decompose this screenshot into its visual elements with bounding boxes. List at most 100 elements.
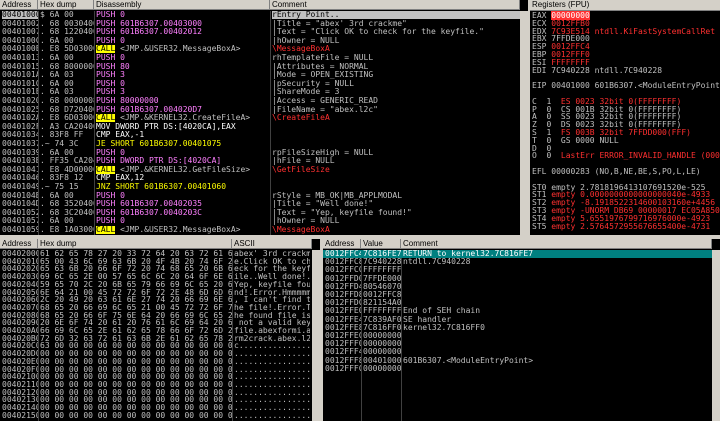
disasm-row[interactable]: 0040102F. A3 CA204000MOV DWORD PTR DS:[4… [0,123,528,131]
disasm-header-comment[interactable]: Comment [270,0,520,10]
disasm-row[interactable]: 00401041. E8 4D000000CALL <JMP.&KERNEL32… [0,165,528,174]
register-value[interactable]: GS 0000 NULL [561,136,619,145]
dump-scrollbar[interactable] [312,250,320,421]
register-line[interactable]: ST5 empty 2.5764572955676655400e-4731 [532,222,720,231]
stack-header-address[interactable]: Address [323,239,361,249]
dump-ascii: ................ [234,411,310,420]
dump-row[interactable]: 00402150 00 00 00 00 00 00 00 00 00 00 00… [0,412,320,420]
stack-value: 0012FFC8 [363,291,401,299]
register-line[interactable]: EFL 00000283 (NO,B,NE,BE,S,PO,L,LE) [532,168,720,176]
disasm-row[interactable]: 00401020. 68 00000080PUSH 80000000 |Acces… [0,97,528,105]
register-name: EIP [532,81,552,91]
disasm-row[interactable]: 00401015. 68 80000000PUSH 80 |Attributes … [0,63,528,71]
register-value[interactable]: 00401000 601B6307.<ModuleEntryPoint> [551,81,720,90]
stack-value: 00000000 [363,332,401,340]
dump-header-hex[interactable]: Hex dump [38,239,232,249]
disasm-hex: . E8 4D000000 [40,165,94,174]
register-line[interactable]: EIP 00401000 601B6307.<ModuleEntryPoint> [532,82,720,90]
register-name: EFL [532,167,552,176]
disasm-row[interactable]: 0040101A. 6A 03 PUSH 3 |Mode = OPEN_EXISTI… [0,71,528,79]
dump-header-ascii[interactable]: ASCII [232,239,312,249]
disasm-row[interactable]: 0040103B. FF35 CA204000PUSH DWORD PTR DS… [0,157,528,165]
stack-header-value[interactable]: Value [361,239,401,249]
stack-row[interactable]: 0012FFDC 821154A0 [323,299,720,307]
stack-row[interactable]: 0012FFE4 7C839AF0 SE handler [323,316,720,324]
vertical-splitter-top[interactable] [528,0,530,235]
disasm-row[interactable]: 00401057. 6A 00 PUSH 0 |hOwner = NULL [0,217,528,225]
disasm-row[interactable]: 00401000 $ 6A 00 PUSH 0 rEntry Point.. [0,11,528,19]
disasm-header-disasm[interactable]: Disassembly [94,0,270,10]
disasm-address: 0040102A [2,114,38,123]
disasm-row[interactable]: 00401002. 68 00304000PUSH 601B6307.00403… [0,20,528,28]
disasm-row[interactable]: 00401039. 6A 00 PUSH 0 rpFileSizeHigh = NU… [0,149,528,157]
stack-row[interactable]: 0012FFE0 FFFFFFFF End of SEH chain [323,307,720,315]
disasm-row[interactable]: 00401052. 68 3C204000PUSH 601B6307.00402… [0,209,528,217]
disasm-row[interactable]: 00401025. 68 D7204000PUSH 601B6307.00402… [0,106,528,114]
disasm-comment: |Text = "Click OK to check for the keyfi… [272,28,484,37]
stack-address: 0012FFDC [325,299,361,308]
dump-header-address[interactable]: Address [0,239,38,249]
disasm-row[interactable]: 0040104D. 68 35204000PUSH 601B6307.00402… [0,200,528,208]
disasm-row[interactable]: 00401013. 6A 00 PUSH 0 rhTemplateFile = NU… [0,54,528,62]
disasm-row[interactable]: 00401037 .~ 74 3C JE SHORT 601B6307.004010… [0,140,528,148]
stack-comment: ntdll.7C940228 [403,258,471,267]
disasm-row[interactable]: 0040104B. 6A 00 PUSH 0 rStyle = MB_OK|MB_A… [0,192,528,200]
disasm-comment: |pSecurity = NULL [272,79,354,88]
register-rows[interactable]: EAX 00000000 ECX 0012FFB0 EDX 7C93E514 ntd… [530,11,720,235]
stack-row[interactable]: 0012FFFC 00000000 [323,365,720,373]
stack-row[interactable]: 0012FFCC FFFFFFFF [323,266,720,274]
stack-address: 0012FFCC [325,266,361,275]
register-value[interactable]: 00000283 (NO,B,NE,BE,S,PO,L,LE) [551,167,700,176]
disasm-row[interactable]: 00401049 .~ 75 15 JNZ SHORT 601B6307.00401… [0,183,528,191]
stack-row[interactable]: 0012FFF4 00000000 [323,348,720,356]
disasm-rows[interactable]: 00401000 $ 6A 00 PUSH 0 rEntry Point.. 00401… [0,11,528,235]
registers-pane[interactable]: Registers (FPU) EAX 00000000 ECX 0012FFB0… [530,0,720,235]
stack-row[interactable]: 0012FFF0 00000000 [323,340,720,348]
register-value[interactable]: LastErr ERROR_INVALID_HANDLE (00000006) [561,151,720,160]
stack-address: 0012FFF4 [325,348,361,357]
disasm-row[interactable]: 00401059. E8 1A030000CALL <JMP.&USER32.M… [0,226,528,234]
disasm-instruction: PUSH 0 [96,148,125,157]
disasm-header-address[interactable]: Address [0,0,38,10]
disasm-address: 0040101A [2,71,38,80]
stack-row[interactable]: 0012FFC8 7C940228 ntdll.7C940228 [323,258,720,266]
register-line[interactable]: O 0 LastErr ERROR_INVALID_HANDLE (000000… [532,152,720,160]
stack-address: 0012FFE4 [325,315,361,324]
disasm-row[interactable]: 0040101E. 6A 03 PUSH 3 |ShareMode = 3 [0,88,528,96]
disasm-row[interactable]: 0040100E. E8 5D030000CALL <JMP.&USER32.M… [0,45,528,54]
disasm-row[interactable]: 00401007. 68 12204000PUSH 601B6307.00402… [0,28,528,36]
disasm-row[interactable]: 00401034. 83F8 FF CMP EAX,-1 [0,131,528,139]
stack-row[interactable]: 0012FFEC 00000000 [323,332,720,340]
stack-header-comment[interactable]: Comment [401,239,712,249]
disasm-row[interactable]: 00401046. 83F8 12 CMP EAX,12 [0,174,528,182]
disasm-header-hex[interactable]: Hex dump [38,0,94,10]
disasm-row[interactable]: 0040100C. 6A 00 PUSH 0 |hOwner = NULL [0,37,528,45]
stack-address: 0012FFFC [325,364,361,373]
disasm-row[interactable]: 0040101C. 6A 00 PUSH 0 |pSecurity = NULL [0,80,528,88]
stack-row[interactable]: 0012FFD0 7FFDE000 [323,275,720,283]
disassembly-pane[interactable]: Address Hex dump Disassembly Comment 004… [0,0,528,235]
stack-row[interactable]: 0012FFE8 7C816FF0 kernel32.7C816FF0 [323,324,720,332]
disasm-instruction: PUSH 0 [96,54,125,62]
disasm-hex: . 68 80000000 [40,62,94,71]
stack-pane[interactable]: Address Value Comment 0012FFC4 7C816FE7 RE… [323,239,720,421]
dump-rows[interactable]: 00402000 61 62 65 78 27 20 33 72 64 20 63… [0,250,320,421]
disasm-instruction: PUSH 601B6307.00402035 [96,200,202,209]
disasm-hex: . E8 5D030000 [40,45,94,54]
disasm-scrollbar[interactable] [520,11,528,235]
disasm-instruction: CALL <JMP.&KERNEL32.GetFileSize> [96,165,251,174]
register-value[interactable]: 7C940228 ntdll.7C940228 [551,66,662,75]
register-value[interactable]: empty 2.5764572955676655400e-4731 [551,222,710,231]
disasm-row[interactable]: 0040102A. E8 6D030000CALL <JMP.&KERNEL32… [0,114,528,123]
dump-pane[interactable]: Address Hex dump ASCII 00402000 61 62 65 … [0,239,320,421]
stack-row[interactable]: 0012FFD4 80546070 [323,283,720,291]
register-line[interactable]: EDI 7C940228 ntdll.7C940228 [532,66,720,75]
stack-row[interactable]: 0012FFC4 7C816FE7 RETURN to kernel32.7C816… [323,250,720,258]
disasm-instruction: PUSH DWORD PTR DS:[4020CA] [96,157,222,166]
register-line[interactable]: T 0 GS 0000 NULL [532,136,720,145]
stack-rows[interactable]: 0012FFC4 7C816FE7 RETURN to kernel32.7C816… [323,250,720,421]
stack-row[interactable]: 0012FFF8 00401000 601B6307.<ModuleEntryPoi… [323,357,720,365]
stack-row[interactable]: 0012FFD8 0012FFC8 [323,291,720,299]
stack-scrollbar[interactable] [712,250,720,421]
stack-address: 0012FFEC [325,332,361,340]
